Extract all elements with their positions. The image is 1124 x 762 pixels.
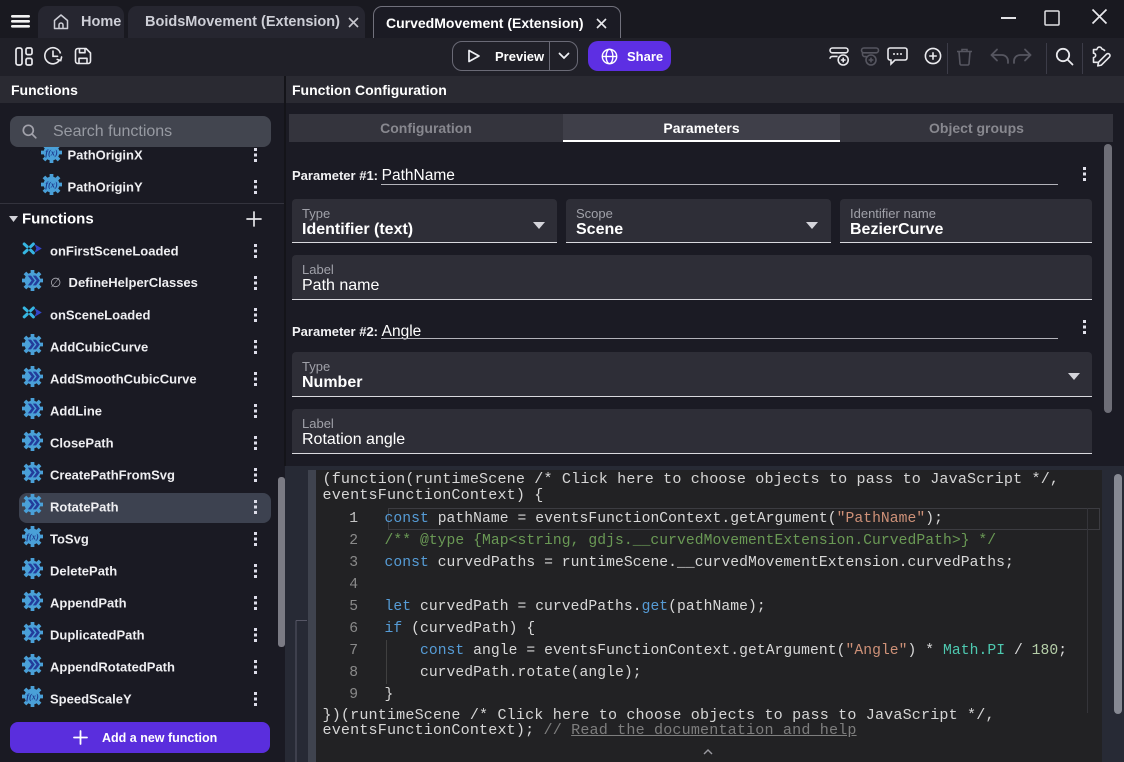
svg-text:f(x): f(x) — [45, 181, 58, 190]
svg-text:f(x): f(x) — [26, 693, 39, 702]
svg-text:f(x): f(x) — [26, 533, 39, 542]
svg-text:f(x): f(x) — [45, 149, 58, 158]
